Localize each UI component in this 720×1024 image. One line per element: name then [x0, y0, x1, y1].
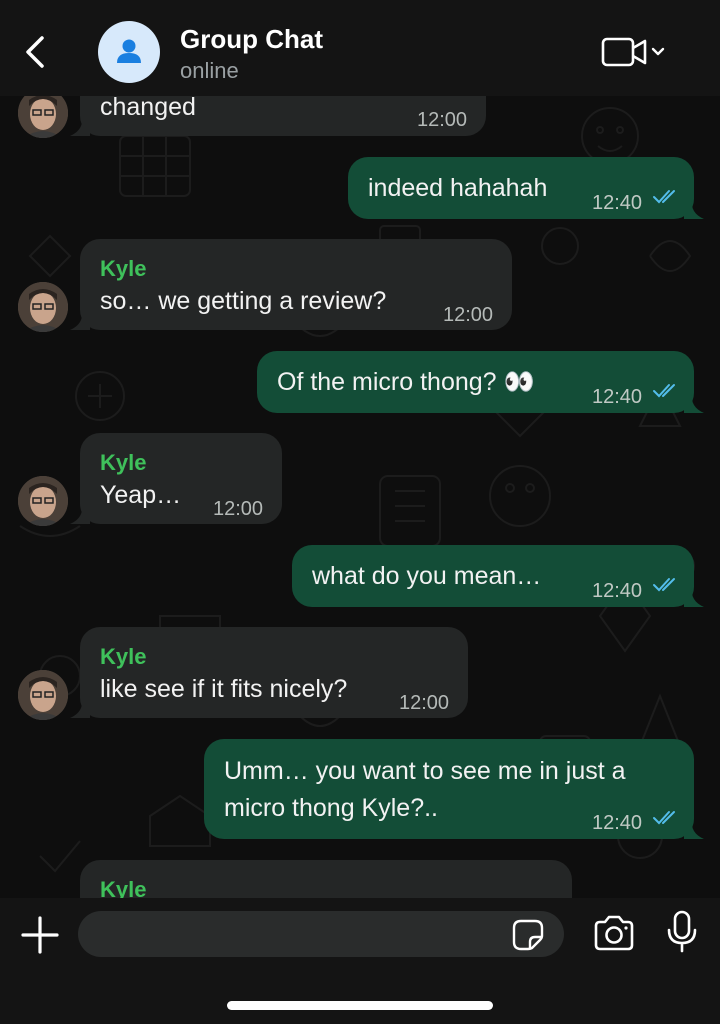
kyle-photo [18, 476, 68, 526]
sender-name[interactable]: Kyle [100, 641, 146, 673]
bubble-tail [70, 698, 90, 718]
message-time: 12:40 [592, 812, 643, 834]
message-bubble-incoming[interactable]: Kyle Yeap… 12:00 [70, 433, 282, 524]
group-avatar[interactable] [98, 21, 160, 83]
message-text-line-1: Umm… you want to see me in just a [224, 757, 626, 785]
camera-icon[interactable] [592, 914, 636, 952]
video-camera-icon[interactable] [600, 36, 672, 70]
message-time: 12:40 [592, 192, 643, 214]
message-text: what do you mean… [312, 562, 542, 590]
message-input[interactable] [78, 911, 564, 957]
message-bubble-incoming[interactable]: Kyle like see if it fits nicely? 12:00 [70, 627, 468, 718]
message-text: Of the micro thong? 👀 [277, 368, 535, 396]
message-time: 12:00 [399, 692, 450, 714]
bubble-tail [70, 310, 90, 330]
message-text-line-2: micro thong Kyle?.. [224, 794, 438, 822]
chat-title[interactable]: Group Chat [180, 24, 323, 55]
read-receipt-icon [653, 811, 675, 825]
message-text: Yeap… [100, 481, 182, 509]
read-receipt-icon [653, 384, 675, 398]
home-indicator[interactable] [227, 1001, 493, 1010]
kyle-avatar[interactable] [18, 670, 68, 720]
kyle-photo [18, 282, 68, 332]
message-bubble-outgoing[interactable]: indeed hahahah 12:40 [348, 157, 704, 219]
message-time: 12:00 [417, 109, 468, 131]
message-bubble-outgoing[interactable]: Of the micro thong? 👀 12:40 [257, 351, 704, 413]
sender-name[interactable]: Kyle [100, 447, 146, 479]
message-bubble-incoming[interactable]: Kyle so… we getting a review? 12:00 [70, 239, 512, 330]
message-bubble-outgoing[interactable]: what do you mean… 12:40 [292, 545, 704, 607]
bubble-tail [684, 819, 704, 839]
read-receipt-icon [653, 578, 675, 592]
bubble-tail [70, 504, 90, 524]
message-bubble-outgoing[interactable]: Umm… you want to see me in just a micro … [204, 739, 704, 839]
bubble-tail [684, 199, 704, 219]
bubble-tail [684, 587, 704, 607]
message-text: like see if it fits nicely? [100, 675, 348, 703]
message-time: 12:40 [592, 386, 643, 408]
chat-header: Group Chat online [0, 0, 720, 96]
message-time: 12:40 [592, 580, 643, 602]
read-receipt-icon [653, 190, 675, 204]
kyle-photo [18, 670, 68, 720]
bubble-tail [70, 116, 90, 136]
sticker-icon[interactable] [510, 918, 546, 952]
message-time: 12:00 [443, 304, 494, 326]
kyle-avatar[interactable] [18, 282, 68, 332]
kyle-avatar[interactable] [18, 476, 68, 526]
microphone-icon[interactable] [666, 910, 698, 954]
person-icon [117, 39, 141, 63]
message-text: so… we getting a review? [100, 287, 387, 315]
chat-status: online [180, 58, 239, 83]
plus-icon[interactable] [20, 915, 60, 955]
sender-name[interactable]: Kyle [100, 253, 146, 285]
message-text: indeed hahahah [368, 174, 548, 202]
message-time: 12:00 [213, 498, 264, 520]
chevron-left-icon[interactable] [18, 32, 52, 72]
bubble-tail [684, 393, 704, 413]
